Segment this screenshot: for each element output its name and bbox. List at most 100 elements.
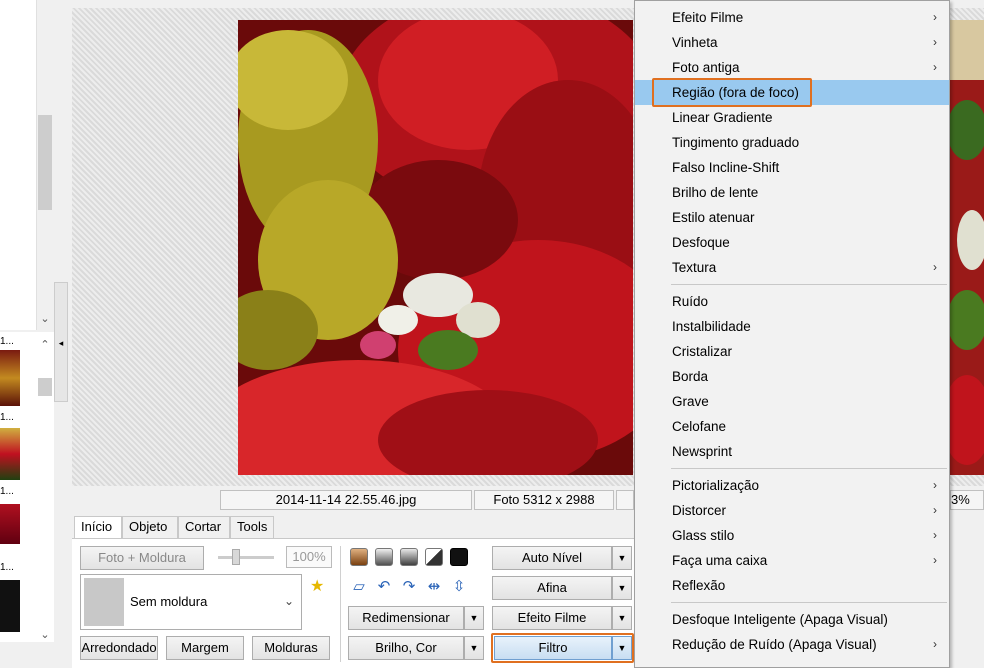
menu-item-label: Vinheta — [672, 35, 718, 50]
menu-item-instalbilidade[interactable]: Instalbilidade — [635, 314, 949, 339]
efeito-filme-button[interactable]: Efeito Filme — [492, 606, 612, 630]
contrast-icon[interactable] — [400, 548, 418, 566]
menu-item-label: Ruído — [672, 294, 709, 309]
scroll-up-icon[interactable]: ⌃ — [38, 338, 52, 352]
submenu-chevron-icon: › — [933, 553, 937, 567]
foto-moldura-button[interactable]: Foto + Moldura — [80, 546, 204, 570]
submenu-chevron-icon: › — [933, 528, 937, 542]
thumbnail-image[interactable] — [0, 350, 20, 406]
thumbnail-image[interactable] — [0, 580, 20, 632]
menu-item-tingimento-graduado[interactable]: Tingimento graduado — [635, 130, 949, 155]
menu-item-label: Cristalizar — [672, 344, 733, 359]
flip-vertical-icon[interactable]: ⇳ — [450, 578, 468, 596]
submenu-chevron-icon: › — [933, 10, 937, 24]
menu-item-label: Redução de Ruído (Apaga Visual) — [672, 637, 877, 652]
scrollbar-thumb[interactable] — [38, 115, 52, 210]
brilho-cor-dropdown-icon[interactable]: ▼ — [464, 636, 484, 660]
molduras-button[interactable]: Molduras — [252, 636, 330, 660]
photo-preview-edge — [947, 20, 984, 475]
menu-item-efeito-filme[interactable]: Efeito Filme › — [635, 5, 949, 30]
menu-item-glass-stilo[interactable]: Glass stilo › — [635, 523, 949, 548]
rotate-right-icon[interactable]: ↷ — [400, 578, 418, 596]
status-filename: 2014-11-14 22.55.46.jpg — [220, 490, 472, 510]
arredondado-button[interactable]: Arredondado — [80, 636, 158, 660]
brilho-cor-button[interactable]: Brilho, Cor — [348, 636, 464, 660]
menu-item-label: Textura — [672, 260, 717, 275]
landscape-icon[interactable]: ▱ — [350, 578, 368, 596]
menu-item-label: Foto antiga — [672, 60, 740, 75]
menu-item-foto-antiga[interactable]: Foto antiga › — [635, 55, 949, 80]
zoom-percent-field[interactable]: 100% — [286, 546, 332, 568]
menu-item-label: Linear Gradiente — [672, 110, 773, 125]
tab-cortar[interactable]: Cortar — [178, 516, 230, 538]
redimensionar-dropdown-icon[interactable]: ▼ — [464, 606, 484, 630]
scrollbar-thumb-lower[interactable] — [38, 378, 52, 396]
chevron-down-icon[interactable]: ⌄ — [284, 594, 294, 608]
rotate-left-icon[interactable]: ↶ — [375, 578, 393, 596]
zoom-slider-handle[interactable] — [232, 549, 240, 565]
menu-item-label: Instalbilidade — [672, 319, 751, 334]
thumbnail-image[interactable] — [0, 428, 20, 480]
tab-objeto[interactable]: Objeto — [122, 516, 178, 538]
frame-preview — [84, 578, 124, 626]
menu-separator — [671, 468, 947, 469]
thumbnail-caption: 1... — [0, 412, 14, 423]
menu-item-label: Reflexão — [672, 578, 726, 593]
levels-icon[interactable] — [425, 548, 443, 566]
submenu-chevron-icon: › — [933, 503, 937, 517]
menu-item-ruído[interactable]: Ruído — [635, 289, 949, 314]
menu-item-vinheta[interactable]: Vinheta › — [635, 30, 949, 55]
efeito-filme-dropdown-icon[interactable]: ▼ — [612, 606, 632, 630]
menu-item-textura[interactable]: Textura › — [635, 255, 949, 280]
menu-item-desfoque-inteligente-apaga-visual[interactable]: Desfoque Inteligente (Apaga Visual) — [635, 607, 949, 632]
menu-item-desfoque[interactable]: Desfoque — [635, 230, 949, 255]
afina-button[interactable]: Afina — [492, 576, 612, 600]
menu-item-reflexão[interactable]: Reflexão — [635, 573, 949, 598]
filtro-callout-box — [491, 633, 634, 663]
menu-item-distorcer[interactable]: Distorcer › — [635, 498, 949, 523]
zoom-slider-track[interactable] — [218, 556, 274, 559]
menu-item-label: Celofane — [672, 419, 727, 434]
redimensionar-button[interactable]: Redimensionar — [348, 606, 464, 630]
invert-icon[interactable] — [450, 548, 468, 566]
scroll-down-lower-icon[interactable]: ⌄ — [38, 628, 52, 642]
menu-item-grave[interactable]: Grave — [635, 389, 949, 414]
menu-item-newsprint[interactable]: Newsprint — [635, 439, 949, 464]
photo-preview[interactable] — [238, 20, 633, 475]
menu-item-borda[interactable]: Borda — [635, 364, 949, 389]
thumbnail-caption: 1... — [0, 336, 14, 347]
star-icon[interactable]: ★ — [310, 576, 324, 596]
auto-nivel-button[interactable]: Auto Nível — [492, 546, 612, 570]
highlight-callout-box — [652, 78, 812, 107]
tab-tools[interactable]: Tools — [230, 516, 274, 538]
menu-item-label: Estilo atenuar — [672, 210, 755, 225]
menu-separator — [671, 284, 947, 285]
afina-dropdown-icon[interactable]: ▼ — [612, 576, 632, 600]
brown-tone-icon[interactable] — [350, 548, 368, 566]
flip-horizontal-icon[interactable]: ⇹ — [425, 578, 443, 596]
gray-tone-icon[interactable] — [375, 548, 393, 566]
menu-item-falso-incline-shift[interactable]: Falso Incline-Shift — [635, 155, 949, 180]
menu-separator — [671, 602, 947, 603]
thumbnail-image[interactable] — [0, 504, 20, 544]
menu-item-cristalizar[interactable]: Cristalizar — [635, 339, 949, 364]
menu-item-estilo-atenuar[interactable]: Estilo atenuar — [635, 205, 949, 230]
menu-item-brilho-de-lente[interactable]: Brilho de lente — [635, 180, 949, 205]
menu-item-faça-uma-caixa[interactable]: Faça uma caixa › — [635, 548, 949, 573]
menu-item-linear-gradiente[interactable]: Linear Gradiente — [635, 105, 949, 130]
tab-inicio[interactable]: Início — [74, 516, 122, 538]
menu-item-celofane[interactable]: Celofane — [635, 414, 949, 439]
scroll-down-icon[interactable]: ⌄ — [38, 312, 52, 326]
menu-item-pictorialização[interactable]: Pictorialização › — [635, 473, 949, 498]
roses-photo-edge — [947, 20, 984, 475]
submenu-chevron-icon: › — [933, 637, 937, 651]
roses-photo — [238, 20, 633, 475]
panel-collapse-handle[interactable]: ◂ — [54, 282, 68, 402]
margem-button[interactable]: Margem — [166, 636, 244, 660]
menu-item-redução-de-ruído-apaga-visual[interactable]: Redução de Ruído (Apaga Visual) › — [635, 632, 949, 657]
submenu-chevron-icon: › — [933, 478, 937, 492]
frame-select-value: Sem moldura — [130, 594, 208, 609]
menu-item-label: Newsprint — [672, 444, 733, 459]
auto-nivel-dropdown-icon[interactable]: ▼ — [612, 546, 632, 570]
menu-item-label: Brilho de lente — [672, 185, 759, 200]
